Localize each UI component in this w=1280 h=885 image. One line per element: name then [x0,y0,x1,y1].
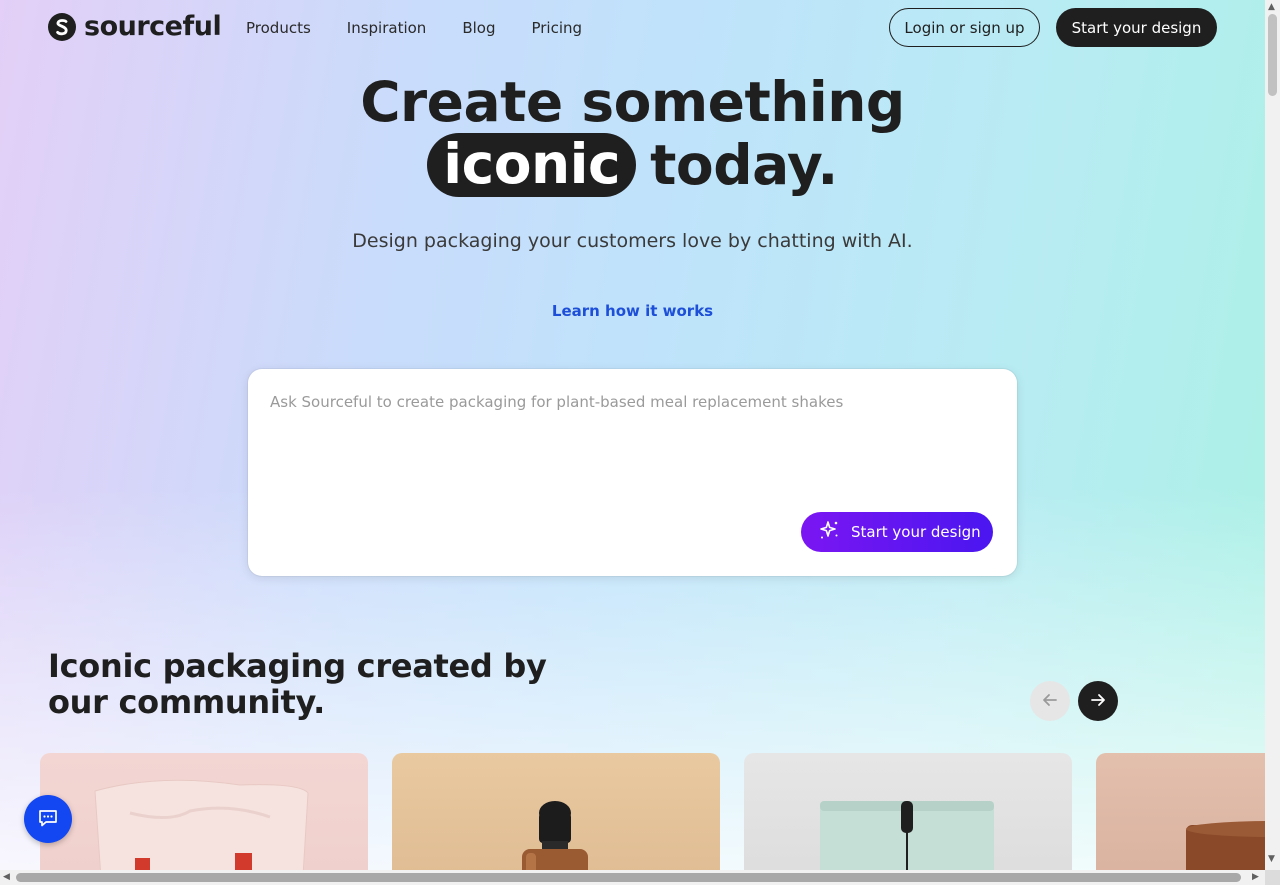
vertical-scrollbar[interactable]: ▲ ▼ [1265,0,1280,870]
start-design-label: Start your design [851,523,981,541]
horizontal-scrollbar[interactable]: ◀ ▶ [0,870,1265,885]
carousel-next-button[interactable] [1078,681,1118,721]
chat-button[interactable] [24,795,72,843]
arrow-right-icon [1089,691,1107,712]
login-button[interactable]: Login or sign up [889,8,1040,47]
chat-bubble-icon [37,807,59,832]
prompt-box: Start your design [248,369,1017,576]
scroll-right-icon[interactable]: ▶ [1252,870,1259,885]
scrollbar-corner [1265,870,1280,885]
main-nav: Products Inspiration Blog Pricing [246,18,618,38]
page: sourceful Products Inspiration Blog Pric… [0,0,1265,870]
brown-tube-image [1186,821,1265,870]
nav-blog[interactable]: Blog [462,18,495,38]
learn-how-link[interactable]: Learn how it works [0,302,1265,320]
mint-pouch-image [820,801,994,870]
community-title: Iconic packaging created by our communit… [48,647,547,721]
pink-pouch-image [94,779,309,870]
carousel-prev-button[interactable] [1030,681,1070,721]
hero-title-line2: iconic today. [427,132,838,197]
hero-title-highlight: iconic [427,133,637,197]
hero-subtitle: Design packaging your customers love by … [352,230,913,252]
nav-products[interactable]: Products [246,18,311,38]
site-header: sourceful Products Inspiration Blog Pric… [0,0,1265,56]
community-card-dropper-bottle[interactable] [392,753,720,870]
vertical-scroll-thumb[interactable] [1268,14,1277,96]
start-design-button[interactable]: Start your design [801,512,993,552]
community-card-pink-pouch[interactable] [40,753,368,870]
sourceful-logo-icon [48,13,76,41]
scroll-left-icon[interactable]: ◀ [3,870,10,885]
nav-pricing[interactable]: Pricing [531,18,582,38]
community-card-brown-tube[interactable] [1096,753,1265,870]
sparkle-icon [819,519,841,545]
scroll-down-icon[interactable]: ▼ [1268,852,1275,867]
brand-logo[interactable]: sourceful [48,11,222,42]
hero-title-line1: Create something [360,70,905,134]
community-card-mint-pouch[interactable] [744,753,1072,870]
start-design-header-button[interactable]: Start your design [1056,8,1217,47]
nav-inspiration[interactable]: Inspiration [347,18,427,38]
arrow-left-icon [1041,691,1059,712]
brand-name: sourceful [84,11,222,42]
horizontal-scroll-thumb[interactable] [16,873,1241,882]
prompt-input[interactable] [270,393,990,493]
scroll-up-icon[interactable]: ▲ [1268,0,1275,15]
hero-title: Create something iconic today. [0,72,1265,197]
dropper-bottle-image [522,801,588,870]
hero-title-rest: today. [650,132,838,197]
